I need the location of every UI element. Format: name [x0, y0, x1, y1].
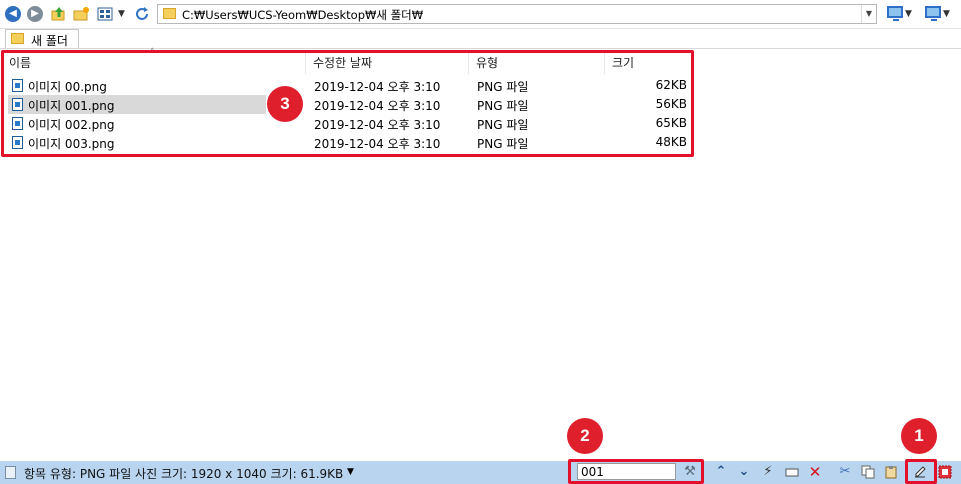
refresh-icon[interactable]: [133, 5, 151, 23]
display-icon[interactable]: [925, 6, 941, 21]
status-dropdown-icon[interactable]: ▼: [347, 467, 354, 477]
view-mode-dropdown-icon[interactable]: ▼: [118, 9, 125, 19]
status-file-icon: [5, 466, 16, 479]
address-path: C:₩Users₩UCS-Yeom₩Desktop₩새 폴더₩: [182, 8, 424, 22]
copy-icon[interactable]: [861, 465, 875, 479]
tab-label: 새 폴더: [31, 34, 68, 48]
address-bar[interactable]: C:₩Users₩UCS-Yeom₩Desktop₩새 폴더₩ ▼: [157, 4, 877, 24]
address-dropdown-icon[interactable]: ▼: [861, 5, 876, 23]
folder-icon: [163, 8, 176, 19]
up-folder-icon[interactable]: [50, 5, 68, 23]
paste-icon[interactable]: [884, 465, 898, 479]
next-match-icon[interactable]: ⌄: [737, 465, 751, 479]
new-folder-icon[interactable]: [72, 5, 90, 23]
monitor-icon[interactable]: [887, 6, 903, 21]
display-dropdown-icon[interactable]: ▼: [943, 9, 950, 19]
back-icon[interactable]: ◀: [5, 6, 21, 22]
delete-icon[interactable]: ✕: [808, 465, 822, 480]
annotation-badge-2: 2: [567, 418, 603, 454]
monitor-dropdown-icon[interactable]: ▼: [905, 9, 912, 19]
status-info-text: 항목 유형: PNG 파일 사진 크기: 1920 x 1040 크기: 61.…: [24, 467, 344, 481]
tab-new-folder[interactable]: 새 폴더: [5, 29, 79, 48]
annotation-box-filter: [568, 459, 704, 484]
annotation-badge-1: 1: [901, 418, 937, 454]
tab-divider: [0, 48, 961, 49]
toolbar: ◀ ▶ ▼ C:₩Users₩UCS-Yeom₩Desktop₩새 폴더₩ ▼ …: [0, 0, 961, 29]
selection-mode-icon[interactable]: [938, 465, 952, 479]
view-mode-icon[interactable]: [96, 5, 114, 23]
annotation-badge-3: 3: [267, 86, 303, 122]
folder-icon: [11, 33, 24, 44]
previous-match-icon[interactable]: ⌃: [714, 465, 728, 479]
quick-action-icon[interactable]: ⚡: [761, 465, 775, 479]
annotation-box-file-list: [1, 50, 694, 157]
cut-icon[interactable]: ✂: [838, 465, 852, 479]
rename-icon[interactable]: [785, 465, 799, 479]
annotation-box-edit: [905, 459, 937, 484]
forward-icon[interactable]: ▶: [27, 6, 43, 22]
